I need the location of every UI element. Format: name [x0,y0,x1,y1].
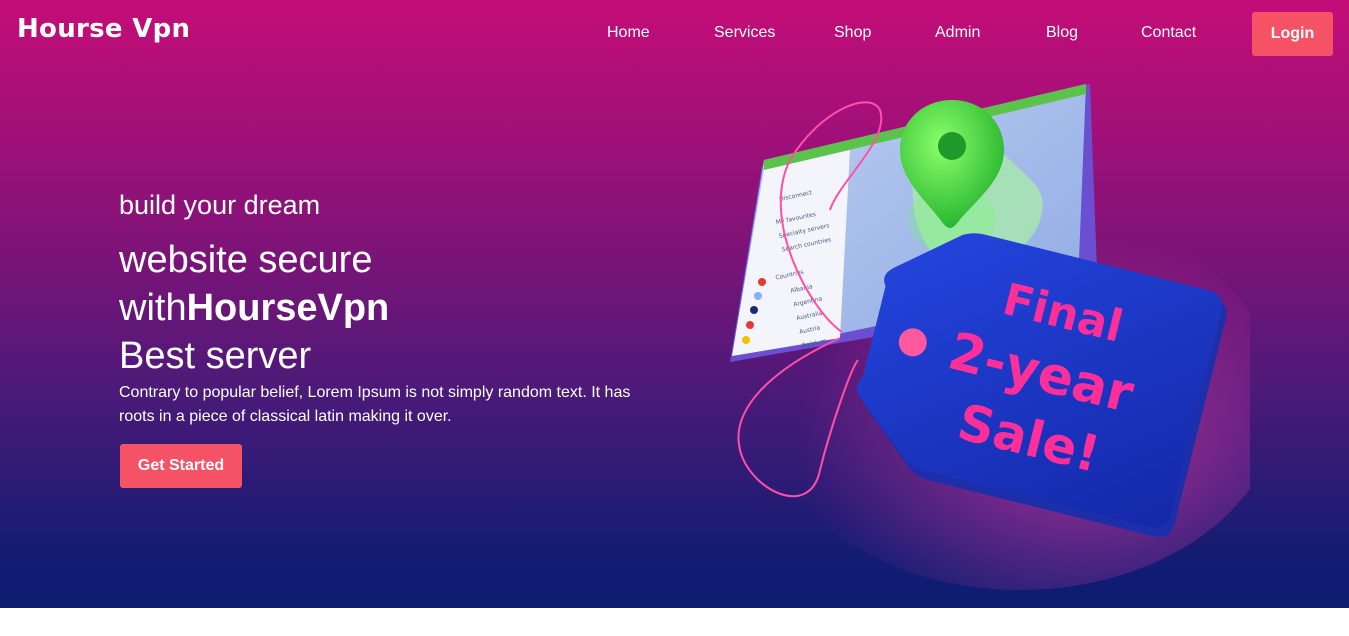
nav-home[interactable]: Home [607,24,650,42]
hero-description: Contrary to popular belief, Lorem Ipsum … [119,384,631,425]
nav-shop[interactable]: Shop [834,24,871,42]
headline-brand: HourseVpn [186,287,390,329]
page-below-hero [0,608,1349,636]
nav-blog[interactable]: Blog [1046,24,1078,42]
nav-admin[interactable]: Admin [935,24,980,42]
main-nav: Home Services Shop Admin Blog Contact [0,24,1349,46]
headline-with: with [119,287,187,329]
headline-line-3: Best server [119,335,312,377]
hero-section: Hourse Vpn Home Services Shop Admin Blog… [0,0,1349,608]
headline-line-2: withHourseVpn [119,284,389,332]
nav-services[interactable]: Services [714,24,775,42]
nav-contact[interactable]: Contact [1141,24,1196,42]
headline-line-1: website secure [119,239,373,281]
vpn-sale-illustration: Disconnect My favourites Specialty serve… [730,84,1250,590]
get-started-button[interactable]: Get Started [120,444,242,488]
location-pin-icon [900,100,1004,254]
hero-tagline: build your dream [119,190,321,220]
hero-headline: website secure withHourseVpn Best server [119,236,389,380]
login-button[interactable]: Login [1252,12,1333,56]
